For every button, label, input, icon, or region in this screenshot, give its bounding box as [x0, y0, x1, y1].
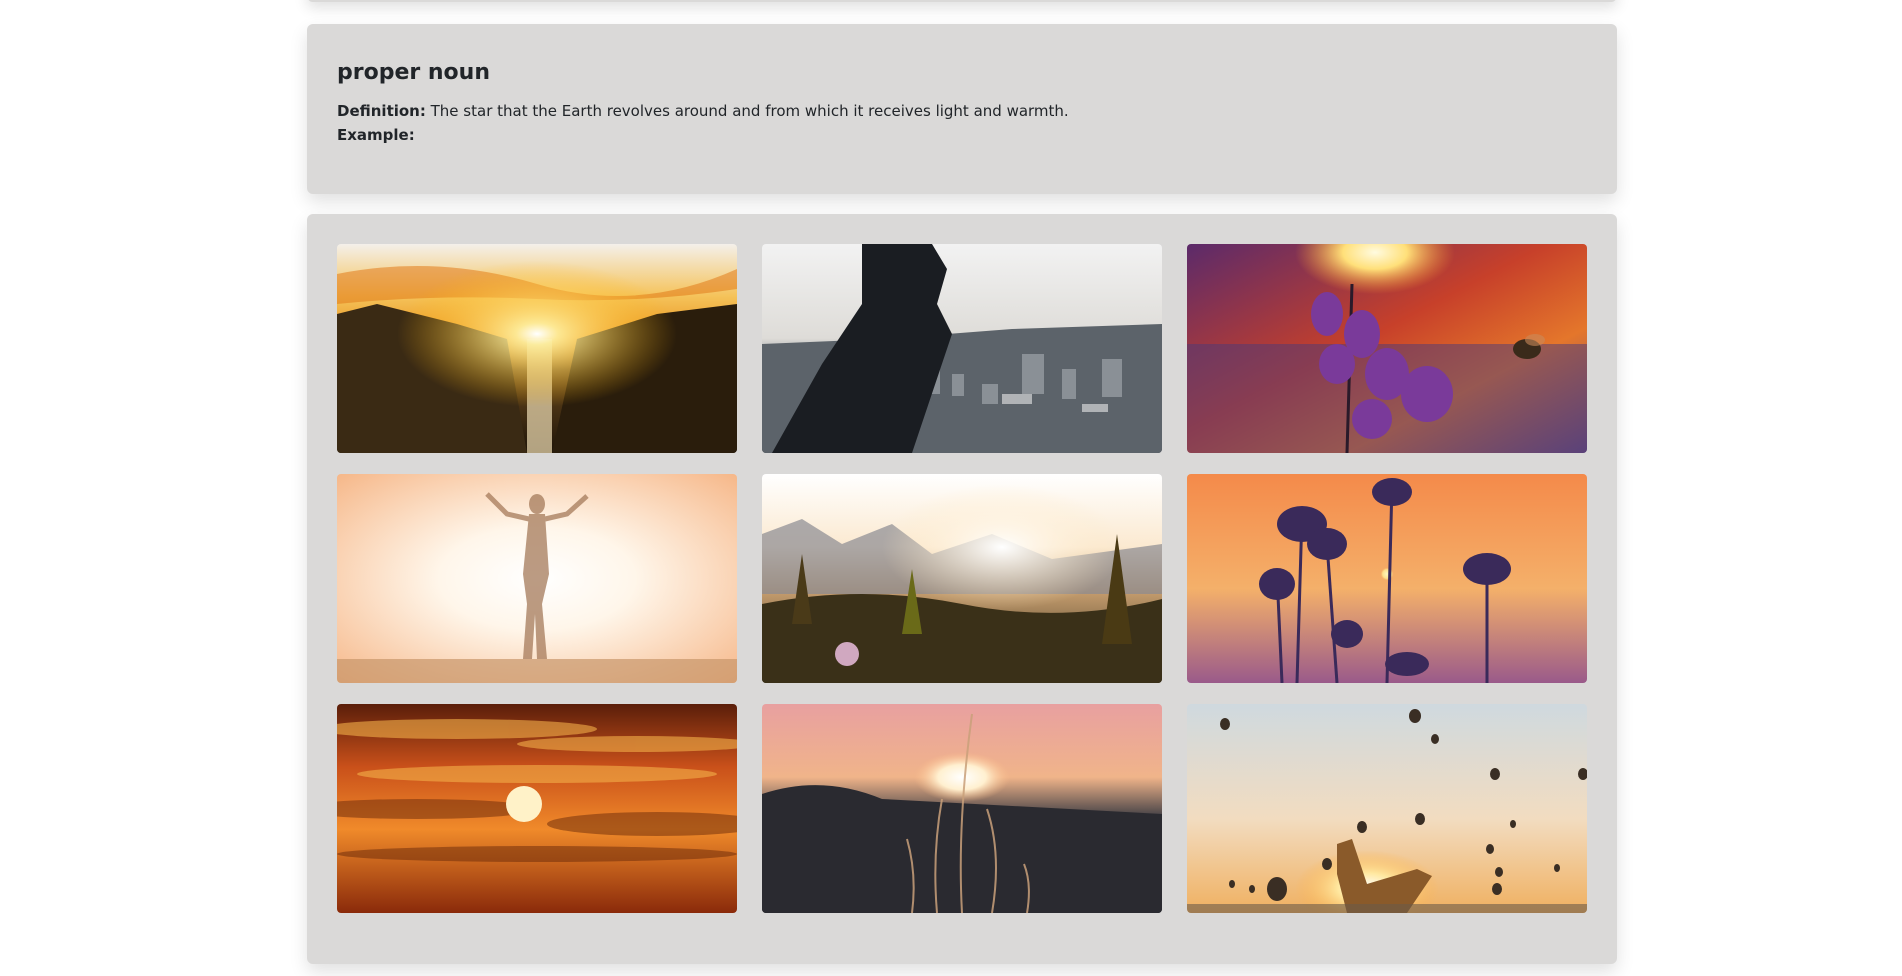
- mountain-forest-sunrise-photo: [762, 474, 1162, 683]
- gallery-image-4[interactable]: [337, 474, 737, 683]
- gallery-image-8[interactable]: [762, 704, 1162, 913]
- plant-silhouettes-sun-photo: [1187, 474, 1587, 683]
- definition-label: Definition:: [337, 102, 426, 120]
- gallery-image-1[interactable]: [337, 244, 737, 453]
- gallery-image-7[interactable]: [337, 704, 737, 913]
- example-label: Example:: [337, 126, 415, 144]
- grass-sunset-blur-photo: [762, 704, 1162, 913]
- example-line: Example:: [337, 123, 1587, 147]
- flower-and-bee-sunset-photo: [1187, 244, 1587, 453]
- gallery-image-9[interactable]: [1187, 704, 1587, 913]
- previous-card: [307, 0, 1617, 2]
- definition-text: The star that the Earth revolves around …: [430, 102, 1069, 120]
- definition-card: proper noun Definition: The star that th…: [307, 24, 1617, 194]
- gallery-image-3[interactable]: [1187, 244, 1587, 453]
- orange-cloudy-sunset-photo: [337, 704, 737, 913]
- gallery-image-5[interactable]: [762, 474, 1162, 683]
- gallery-image-6[interactable]: [1187, 474, 1587, 683]
- hot-air-balloons-hand-sun-photo: [1187, 704, 1587, 913]
- woman-silhouette-sunlight-photo: [337, 474, 737, 683]
- part-of-speech-heading: proper noun: [337, 60, 490, 85]
- hand-over-city-photo: [762, 244, 1162, 453]
- image-grid: [337, 244, 1587, 913]
- gallery-image-2[interactable]: [762, 244, 1162, 453]
- image-gallery-card: [307, 214, 1617, 964]
- definition-line: Definition: The star that the Earth revo…: [337, 99, 1587, 123]
- sunset-canyon-waterfall-photo: [337, 244, 737, 453]
